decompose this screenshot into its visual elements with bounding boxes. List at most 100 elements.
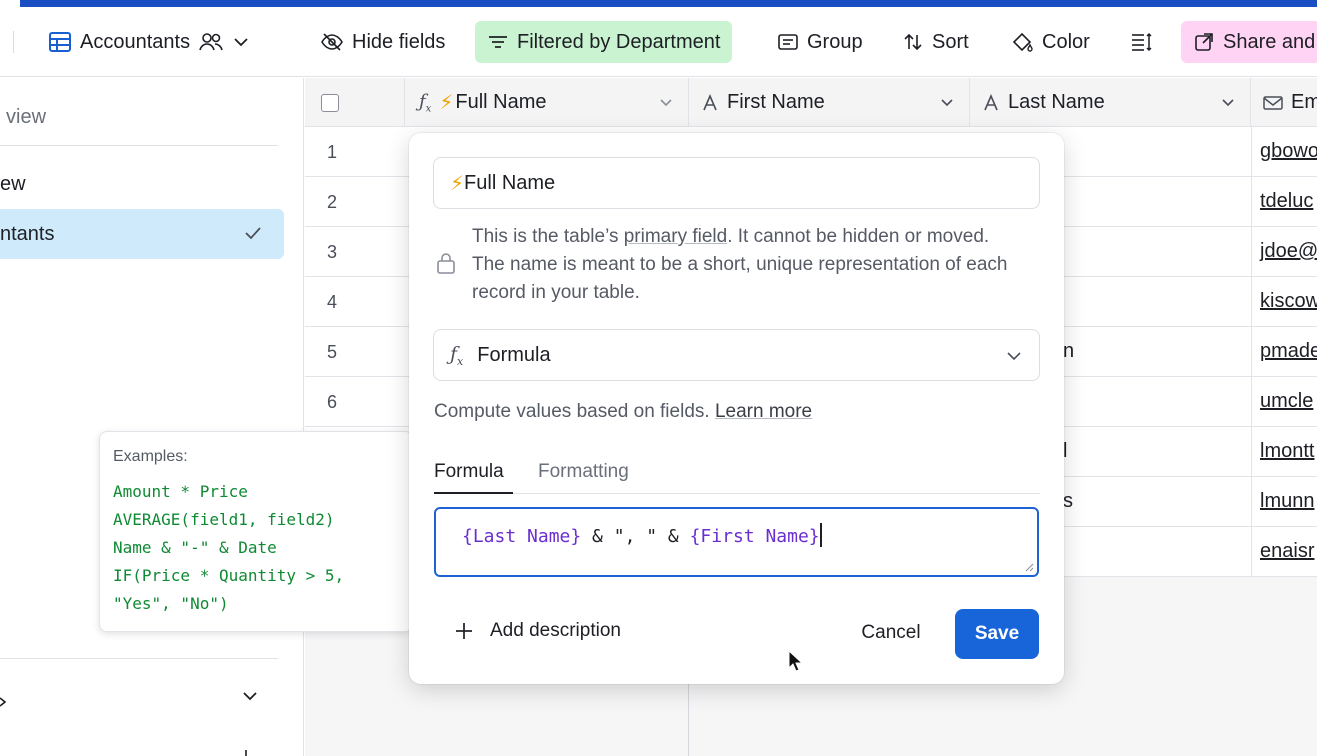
- hide-fields-label: Hide fields: [352, 30, 446, 53]
- field-type-value: Formula: [477, 343, 551, 366]
- row-height-icon: [1132, 32, 1152, 52]
- example-line: Name & "-" & Date: [113, 538, 277, 557]
- grid-view-icon: [49, 32, 71, 52]
- toolbar-divider: [13, 31, 14, 53]
- row-height-button[interactable]: [1118, 21, 1166, 63]
- plus-icon[interactable]: [238, 746, 254, 756]
- group-button[interactable]: Group: [765, 21, 875, 63]
- example-line: IF(Price * Quantity > 5,: [113, 566, 345, 585]
- select-all-checkbox[interactable]: [321, 94, 339, 112]
- color-button[interactable]: Color: [998, 21, 1102, 63]
- formula-operator-token: & ", " &: [581, 526, 690, 547]
- cell-email[interactable]: gbowo: [1260, 140, 1317, 163]
- formula-examples-tooltip: Examples: Amount * Price AVERAGE(field1,…: [99, 431, 413, 632]
- row-number: 5: [327, 342, 338, 362]
- sidebar-view-label: ew: [0, 172, 26, 195]
- formula-icon: ƒx: [419, 90, 432, 115]
- cancel-button[interactable]: Cancel: [849, 609, 933, 657]
- field-type-select[interactable]: ƒx Formula: [433, 329, 1040, 381]
- cell-email[interactable]: lmontt: [1260, 440, 1314, 463]
- row-number: 3: [327, 242, 338, 262]
- sort-icon: [904, 33, 922, 51]
- eye-slash-icon: [321, 33, 343, 51]
- top-accent-bar: [20, 0, 1317, 7]
- column-header-label: Em: [1291, 91, 1317, 113]
- column-header-first-name[interactable]: First Name: [689, 78, 970, 127]
- row-number: 4: [327, 292, 338, 312]
- formula-editor[interactable]: {Last Name} & ", " & {First Name}: [434, 507, 1039, 577]
- color-label: Color: [1042, 30, 1090, 53]
- cell-email[interactable]: pmade: [1260, 340, 1317, 363]
- primary-field-link[interactable]: primary field: [624, 226, 727, 247]
- column-header-last-name[interactable]: Last Name: [970, 78, 1251, 127]
- text-field-icon: [984, 93, 998, 110]
- cell-email[interactable]: umcle: [1260, 390, 1313, 413]
- share-label: Share and: [1223, 30, 1316, 53]
- chevron-down-icon: [1007, 352, 1021, 361]
- sidebar-divider: [0, 658, 278, 659]
- row-number: 6: [327, 392, 338, 412]
- sidebar-view-label: ntants: [0, 222, 55, 245]
- view-switcher[interactable]: Accountants: [36, 21, 262, 63]
- example-line: "Yes", "No"): [113, 594, 229, 613]
- paint-bucket-icon: [1012, 32, 1033, 52]
- plus-icon: [456, 623, 472, 639]
- find-view-placeholder[interactable]: view: [6, 106, 46, 129]
- compute-note: Compute values based on fields. Learn mo…: [434, 401, 812, 423]
- row-number: 2: [327, 192, 338, 212]
- sort-label: Sort: [932, 30, 969, 53]
- external-link-icon: [1195, 33, 1213, 51]
- cell-email[interactable]: enaisr: [1260, 540, 1314, 563]
- chevron-down-icon[interactable]: [658, 94, 674, 110]
- formula-field-token: {Last Name}: [462, 526, 582, 547]
- add-description-button[interactable]: Add description: [454, 620, 621, 642]
- cell-email[interactable]: lmunn: [1260, 490, 1314, 513]
- column-header-email[interactable]: Em: [1251, 78, 1317, 127]
- sidebar-view-item[interactable]: ew: [0, 159, 284, 209]
- tab-formula[interactable]: Formula: [434, 461, 513, 494]
- column-header-full-name[interactable]: ƒx ⚡ Full Name: [405, 78, 689, 127]
- cell-email[interactable]: kiscow: [1260, 290, 1317, 313]
- tab-formatting[interactable]: Formatting: [538, 461, 629, 494]
- sidebar-divider: [0, 145, 278, 146]
- field-name-value: Full Name: [464, 171, 556, 194]
- sort-button[interactable]: Sort: [890, 21, 981, 63]
- formula-icon: ƒx: [450, 342, 464, 368]
- cell-email[interactable]: jdoe@: [1260, 240, 1317, 263]
- column-header-label: First Name: [727, 91, 825, 113]
- sidebar-view-item-accountants[interactable]: ntants: [0, 209, 284, 259]
- hide-fields-button[interactable]: Hide fields: [308, 21, 457, 63]
- example-line: Amount * Price: [113, 482, 248, 501]
- text-field-icon: [703, 93, 717, 110]
- resize-handle-icon[interactable]: [1024, 562, 1034, 572]
- lightning-icon: ⚡: [439, 92, 454, 114]
- examples-title: Examples:: [113, 448, 188, 465]
- cell-last-name[interactable]: n: [1063, 340, 1074, 363]
- envelope-icon: [1263, 95, 1283, 110]
- cell-email[interactable]: tdeluc: [1260, 190, 1313, 213]
- primary-field-note: This is the table’s primary field. It ca…: [472, 223, 1012, 307]
- row-number: 1: [327, 142, 338, 162]
- chevron-down-icon[interactable]: [939, 94, 955, 110]
- chevron-down-icon[interactable]: [240, 686, 260, 706]
- text-caret: [819, 523, 822, 547]
- group-label: Group: [807, 30, 863, 53]
- filter-label: Filtered by Department: [517, 30, 721, 53]
- filter-button[interactable]: Filtered by Department: [475, 21, 733, 63]
- filter-icon: [489, 36, 507, 48]
- lock-icon: [437, 253, 455, 274]
- views-sidebar: view ew ntants: [0, 78, 304, 756]
- compute-note-text: Compute values based on fields.: [434, 401, 710, 422]
- column-header-label: Full Name: [455, 91, 547, 113]
- share-button[interactable]: Share and: [1181, 21, 1317, 63]
- select-all-cell: [305, 78, 405, 127]
- chevron-down-icon[interactable]: [1220, 94, 1236, 110]
- add-description-label: Add description: [490, 620, 621, 641]
- save-button[interactable]: Save: [955, 609, 1039, 659]
- field-name-input[interactable]: ⚡ Full Name: [433, 157, 1040, 209]
- view-toolbar: Accountants Hide fields Filtered by Depa…: [0, 7, 1317, 77]
- learn-more-link[interactable]: Learn more: [715, 401, 812, 422]
- cell-last-name[interactable]: s: [1063, 490, 1073, 513]
- collaborators-icon: [199, 33, 223, 51]
- grid-header: ƒx ⚡ Full Name First Name Last Name Em: [305, 78, 1317, 127]
